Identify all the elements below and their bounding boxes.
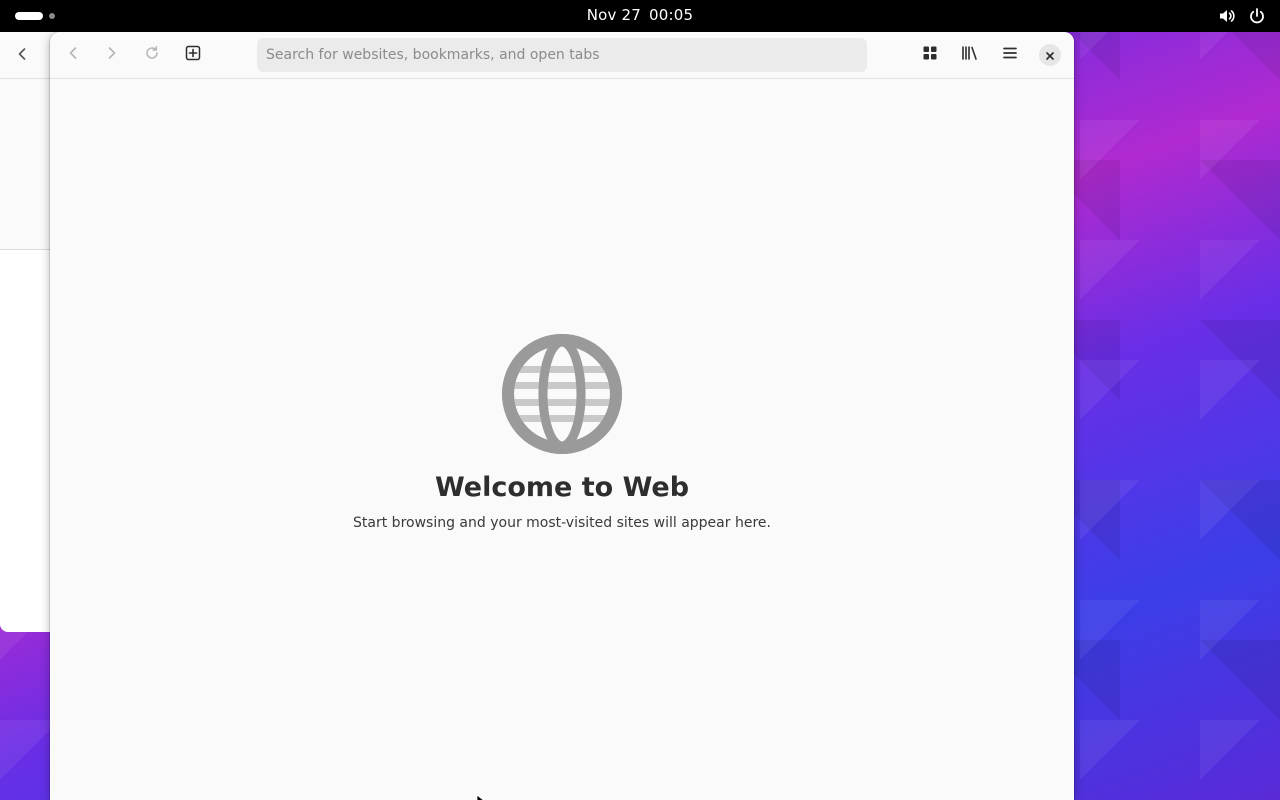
top-bar: Nov 27 00:05 <box>0 0 1280 32</box>
welcome-panel: Welcome to Web Start browsing and your m… <box>50 334 1074 531</box>
new-tab-icon <box>185 45 201 65</box>
library-button[interactable] <box>954 39 986 71</box>
close-window-button[interactable] <box>1039 44 1061 66</box>
start-page: Welcome to Web Start browsing and your m… <box>50 79 1074 800</box>
forward-button[interactable] <box>96 39 128 71</box>
welcome-subtitle: Start browsing and your most-visited sit… <box>353 515 771 531</box>
back-button[interactable] <box>57 39 89 71</box>
new-tab-button[interactable] <box>177 39 209 71</box>
browser-window: Search for websites, bookmarks, and open… <box>50 32 1074 800</box>
main-menu-button[interactable] <box>994 39 1026 71</box>
power-icon[interactable] <box>1248 7 1266 25</box>
volume-icon[interactable] <box>1218 7 1236 25</box>
system-tray[interactable] <box>1218 7 1266 25</box>
close-icon <box>1045 46 1055 65</box>
clock-date: Nov 27 <box>586 6 642 24</box>
chevron-left-icon <box>65 45 81 65</box>
search-placeholder: Search for websites, bookmarks, and open… <box>266 47 600 63</box>
mouse-cursor-icon <box>476 791 486 800</box>
header-bar: Search for websites, bookmarks, and open… <box>50 32 1074 79</box>
back-icon[interactable] <box>14 46 30 66</box>
chevron-right-icon <box>104 45 120 65</box>
globe-icon <box>50 334 1074 454</box>
reload-icon <box>144 45 160 65</box>
library-icon <box>961 45 979 65</box>
search-input[interactable]: Search for websites, bookmarks, and open… <box>257 38 867 72</box>
tab-overview-button[interactable] <box>914 39 946 71</box>
clock[interactable]: Nov 27 00:05 <box>0 6 1280 24</box>
reload-button[interactable] <box>136 39 168 71</box>
welcome-title: Welcome to Web <box>434 472 690 503</box>
hamburger-menu-icon <box>1002 45 1018 65</box>
clock-time: 00:05 <box>649 6 694 24</box>
grid-icon <box>922 45 938 65</box>
